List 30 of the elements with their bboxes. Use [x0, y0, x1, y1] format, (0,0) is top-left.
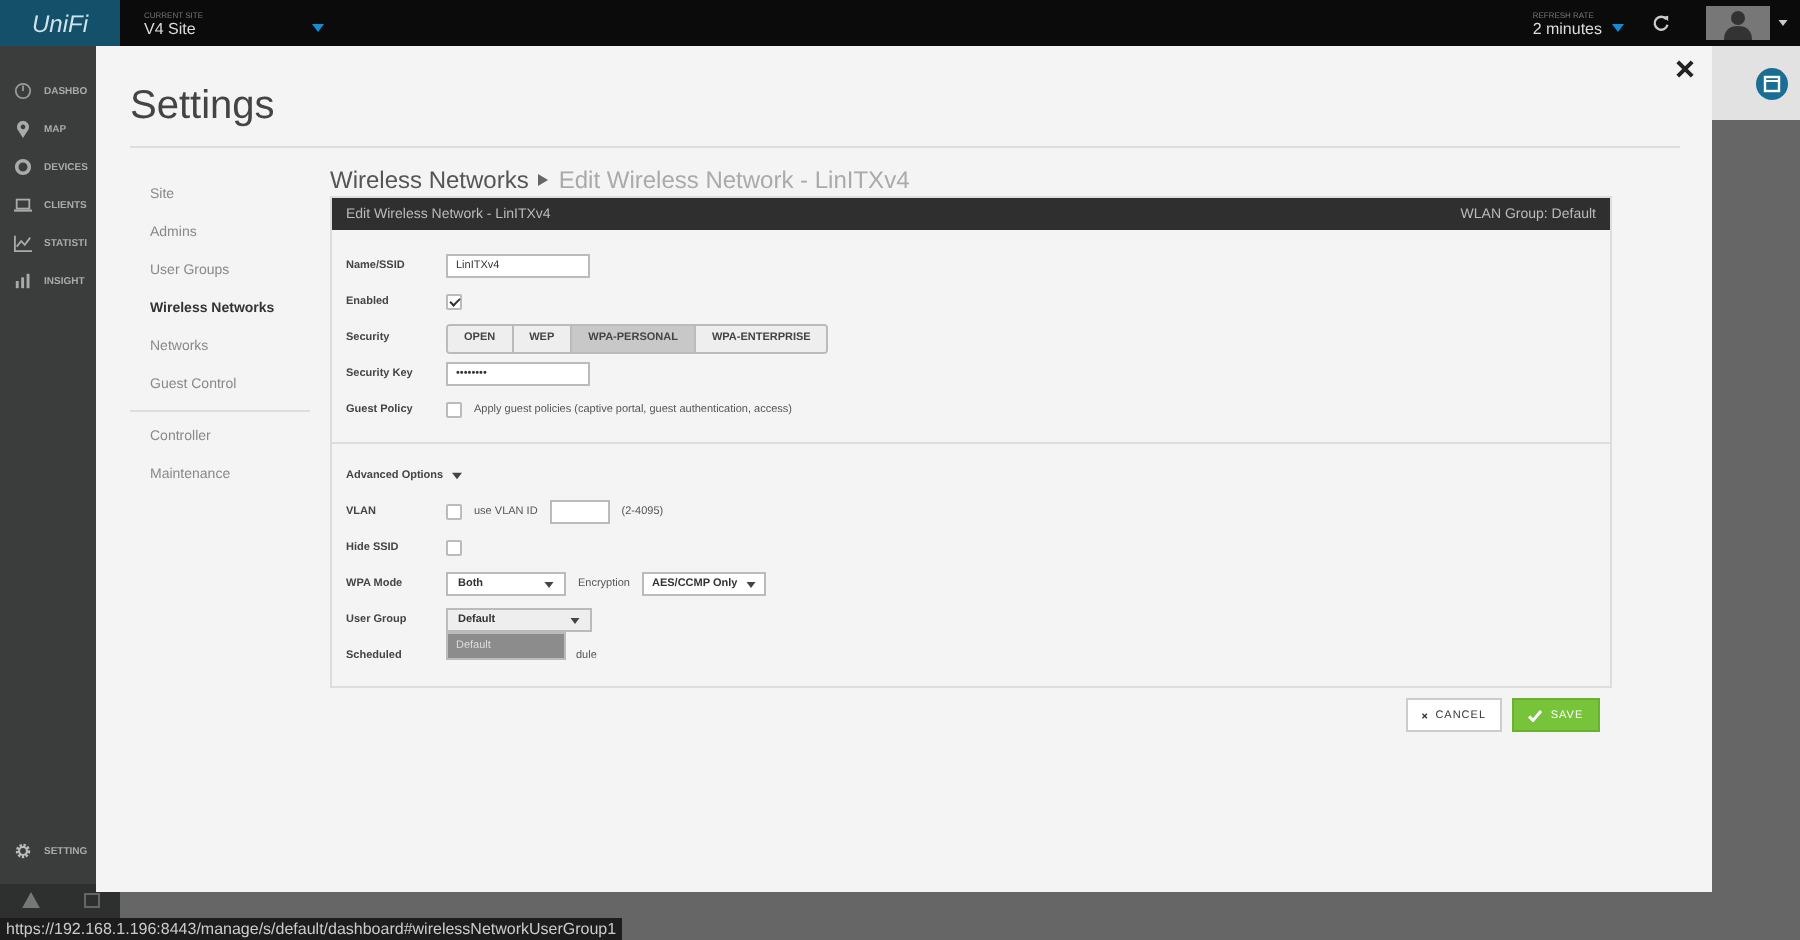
- vlan-id-field[interactable]: [549, 500, 610, 524]
- close-icon: [1422, 709, 1428, 721]
- clients-icon: [14, 196, 32, 214]
- breadcrumb-link[interactable]: Wireless Networks: [330, 166, 529, 194]
- statistics-icon: [14, 234, 32, 252]
- calendar-button[interactable]: [1756, 67, 1788, 99]
- caret-icon[interactable]: [451, 472, 462, 480]
- breadcrumb-arrow-icon: [538, 174, 549, 186]
- warning-icon[interactable]: [22, 892, 40, 908]
- breadcrumb-current: Edit Wireless Network - LinITXv4: [558, 166, 910, 194]
- checkbox[interactable]: [446, 504, 462, 520]
- caret-icon[interactable]: [311, 24, 324, 32]
- insights-icon: [14, 272, 32, 290]
- caret-icon[interactable]: [1778, 20, 1788, 26]
- check-icon: [1528, 709, 1543, 721]
- refresh-icon[interactable]: [1652, 14, 1670, 32]
- map-icon: [14, 120, 32, 138]
- close-icon[interactable]: [1676, 60, 1694, 78]
- checkbox[interactable]: [446, 294, 462, 310]
- status-url: https://192.168.1.196:8443/manage/s/default/dashboard#wirelessNetworkUserGroup1: [0, 918, 623, 940]
- checkbox[interactable]: [446, 540, 462, 556]
- caret-icon[interactable]: [1612, 24, 1624, 32]
- site-name[interactable]: V4 Site: [144, 19, 196, 37]
- logo: UniFi: [31, 9, 88, 37]
- refresh-rate[interactable]: 2 minutes: [1532, 19, 1602, 37]
- checkbox[interactable]: [446, 402, 462, 418]
- dashboard-icon: [14, 82, 32, 100]
- devices-icon: [14, 158, 32, 176]
- dialog-title: Settings: [130, 84, 277, 130]
- gear-icon: [14, 842, 32, 860]
